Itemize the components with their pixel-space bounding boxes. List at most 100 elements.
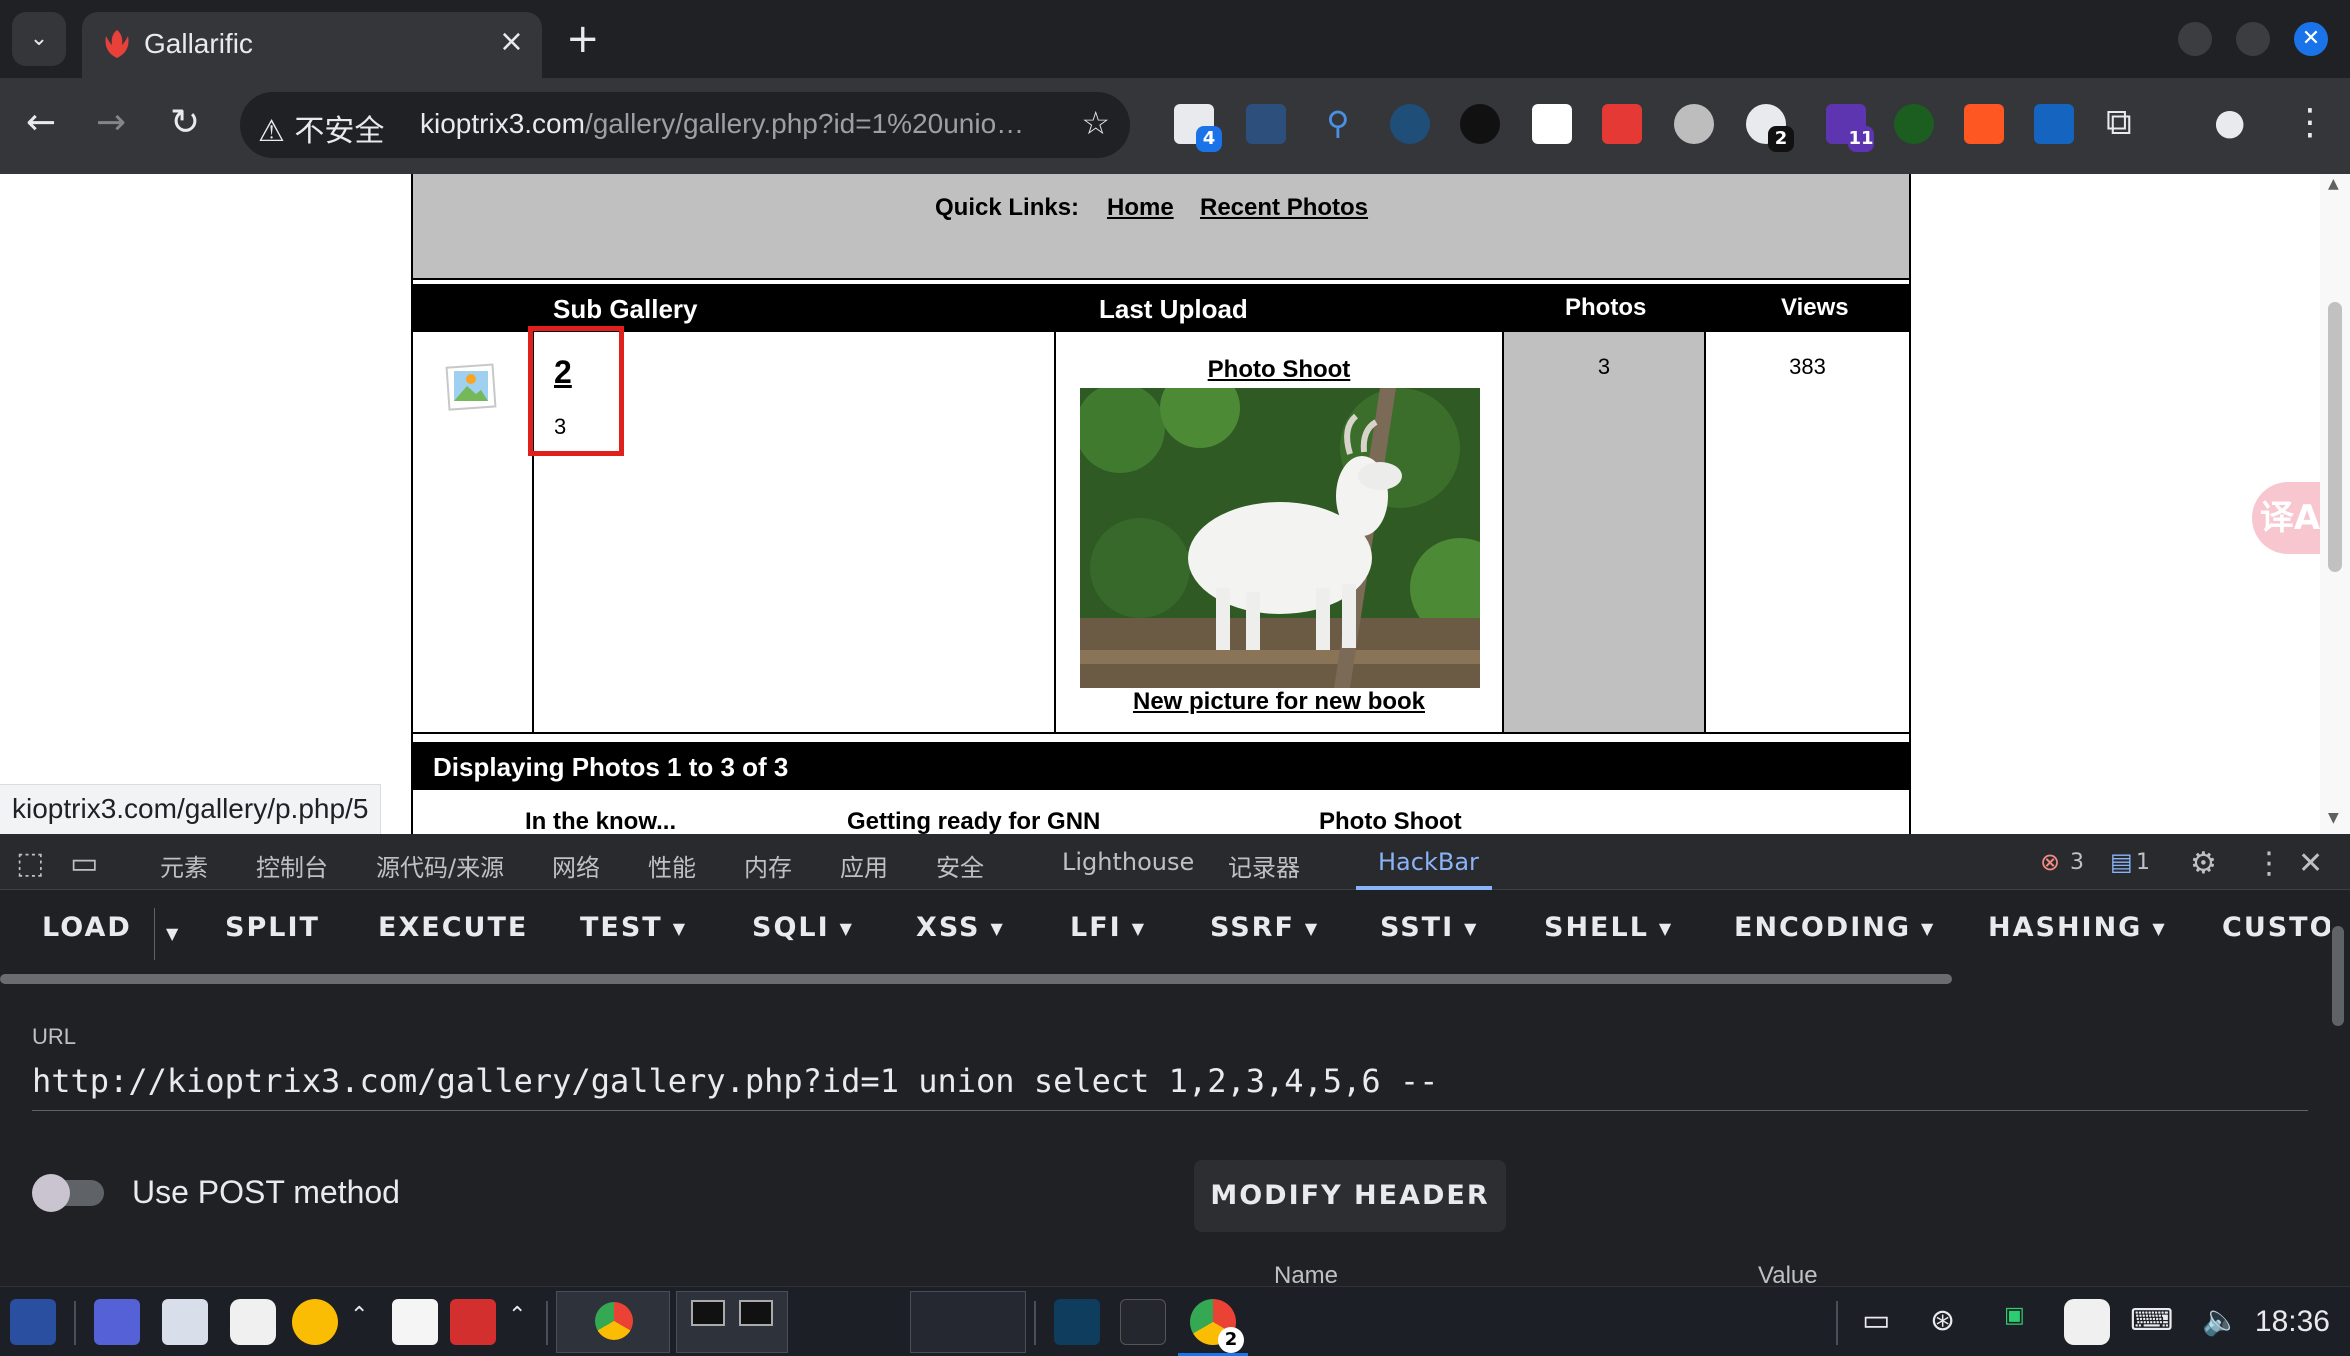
extension-qr-icon[interactable]: 4 (1174, 104, 1222, 152)
kali-menu-icon[interactable] (10, 1299, 56, 1345)
chevron-up-icon[interactable]: ⌃ (508, 1303, 526, 1328)
load-button[interactable]: LOAD (42, 912, 132, 943)
tab-application[interactable]: 应用 (840, 848, 888, 883)
not-secure-indicator[interactable]: ⚠ 不安全 (258, 106, 384, 150)
execute-button[interactable]: EXECUTE (378, 912, 528, 943)
android-icon[interactable]: ▣ (2004, 1303, 2025, 1328)
tab-security[interactable]: 安全 (936, 848, 984, 883)
reload-icon[interactable]: ↻ (170, 102, 200, 143)
tab-elements[interactable]: 元素 (160, 848, 208, 883)
chrome-icon[interactable] (292, 1299, 338, 1345)
tab-sources[interactable]: 源代码/来源 (376, 848, 504, 883)
new-tab-button[interactable]: + (566, 16, 600, 62)
tab-hackbar[interactable]: HackBar (1378, 848, 1479, 876)
extension-green-dot-icon[interactable] (1894, 104, 1934, 144)
chevron-up-icon[interactable]: ⌃ (350, 1303, 368, 1328)
browser-tab[interactable]: Gallarific × (82, 12, 542, 78)
network-icon[interactable]: ⊛ (1930, 1303, 1955, 1338)
address-url[interactable]: kioptrix3.com/gallery/gallery.php?id=1%2… (420, 108, 1024, 140)
keyboard-icon[interactable]: ⌨ (2130, 1303, 2173, 1338)
extension-shape-icon[interactable] (2034, 104, 2074, 144)
extensions-puzzle-icon[interactable]: ⧉ (2106, 102, 2132, 144)
photo-caption[interactable]: Getting ready for GNN (847, 808, 1100, 834)
message-count[interactable]: 1 (2136, 850, 2150, 875)
minimize-window-icon[interactable] (2178, 22, 2212, 56)
load-dropdown-caret-icon[interactable]: ▼ (166, 924, 180, 943)
extension-wizard-icon[interactable]: 11 (1826, 104, 1874, 152)
profile-avatar-icon[interactable]: ● (2214, 102, 2245, 143)
photo-caption[interactable]: Photo Shoot (1319, 808, 1462, 834)
empty-window-button[interactable] (910, 1291, 1026, 1353)
tab-network[interactable]: 网络 (552, 848, 600, 883)
terminal-red-icon[interactable] (450, 1299, 496, 1345)
device-toolbar-icon[interactable]: ▭ (70, 846, 98, 881)
chrome-icon[interactable]: 2 (1190, 1299, 1244, 1353)
maximize-window-icon[interactable] (2236, 22, 2270, 56)
chrome-window-button[interactable] (556, 1291, 670, 1353)
home-link[interactable]: Home (1107, 194, 1174, 222)
close-window-icon[interactable]: ✕ (2294, 22, 2328, 56)
extension-tree-icon[interactable] (1532, 104, 1572, 144)
extension-dots-icon[interactable]: 2 (1746, 104, 1794, 152)
hashing-menu[interactable]: HASHING ▼ (1988, 912, 2167, 943)
tab-performance[interactable]: 性能 (648, 848, 696, 883)
tab-recorder[interactable]: 记录器 (1228, 848, 1300, 883)
lfi-menu[interactable]: LFI ▼ (1070, 912, 1146, 943)
window-icon[interactable]: ▭ (1862, 1303, 1890, 1338)
forward-arrow-icon[interactable]: → (96, 102, 126, 143)
extension-hat-icon[interactable] (1460, 104, 1500, 144)
photo-caption[interactable]: In the know... (525, 808, 676, 834)
gallery-image-icon[interactable] (445, 360, 499, 414)
encoding-menu[interactable]: ENCODING ▼ (1734, 912, 1935, 943)
post-method-toggle[interactable] (32, 1174, 108, 1212)
page-scrollbar[interactable]: ▲ ▼ (2320, 174, 2350, 834)
desktop-icon[interactable] (94, 1299, 140, 1345)
settings-gear-icon[interactable]: ⚙ (2190, 846, 2217, 881)
sqli-menu[interactable]: SQLI ▼ (752, 912, 854, 943)
extension-pin-icon[interactable]: ⚲ (1318, 104, 1358, 144)
files-icon[interactable] (162, 1299, 208, 1345)
close-devtools-icon[interactable]: ✕ (2298, 846, 2323, 881)
app-tray-icon[interactable] (2064, 1299, 2110, 1345)
xss-menu[interactable]: XSS ▼ (916, 912, 1005, 943)
recent-photos-link[interactable]: Recent Photos (1200, 194, 1368, 222)
tab-close-icon[interactable]: × (499, 24, 524, 59)
test-menu[interactable]: TEST ▼ (580, 912, 687, 943)
extension-percent-icon[interactable] (1964, 104, 2004, 144)
last-upload-title-link[interactable]: Photo Shoot (1056, 356, 1502, 384)
error-count[interactable]: 3 (2070, 850, 2084, 875)
custom-menu[interactable]: CUSTOM (2222, 912, 2330, 943)
ssrf-menu[interactable]: SSRF ▼ (1210, 912, 1319, 943)
tab-console[interactable]: 控制台 (256, 848, 328, 883)
text-editor-icon[interactable] (392, 1299, 438, 1345)
burp-icon[interactable] (1054, 1299, 1100, 1345)
error-icon[interactable]: ⊗ (2040, 848, 2060, 876)
url-input[interactable]: http://kioptrix3.com/gallery/gallery.php… (32, 1062, 2308, 1111)
address-bar[interactable]: ⚠ 不安全 kioptrix3.com/gallery/gallery.php?… (240, 92, 1130, 158)
tab-search-chevron-icon[interactable]: ⌄ (12, 12, 66, 66)
extension-eye-icon[interactable] (1390, 104, 1430, 144)
sub-gallery-link[interactable]: 2 (554, 354, 572, 391)
modify-header-button[interactable]: MODIFY HEADER (1194, 1160, 1506, 1232)
volume-icon[interactable]: 🔈 (2202, 1303, 2239, 1338)
menu-horizontal-scrollbar[interactable] (0, 974, 1952, 984)
tab-lighthouse[interactable]: Lighthouse (1062, 848, 1194, 876)
shell-menu[interactable]: SHELL ▼ (1544, 912, 1673, 943)
split-button[interactable]: SPLIT (225, 912, 320, 943)
clock[interactable]: 18:36 (2255, 1305, 2330, 1339)
page-scroll-thumb[interactable] (2328, 302, 2342, 572)
scroll-up-icon[interactable]: ▲ (2328, 176, 2339, 192)
extension-circle-icon[interactable] (1674, 104, 1714, 144)
extension-cube-icon[interactable] (1602, 104, 1642, 144)
translate-icon[interactable]: 译A (2252, 482, 2328, 554)
more-options-icon[interactable]: ⋮ (2254, 846, 2284, 881)
terminal-icon[interactable] (1120, 1299, 1166, 1345)
message-icon[interactable]: ▤ (2110, 848, 2133, 876)
terminal-windows-button[interactable] (676, 1291, 788, 1353)
ssti-menu[interactable]: SSTI ▼ (1380, 912, 1478, 943)
devtools-scroll-thumb[interactable] (2332, 926, 2344, 1026)
tab-memory[interactable]: 内存 (744, 848, 792, 883)
scroll-down-icon[interactable]: ▼ (2328, 810, 2339, 826)
app-launcher-icon[interactable] (230, 1299, 276, 1345)
browser-menu-icon[interactable]: ⋮ (2292, 102, 2328, 143)
